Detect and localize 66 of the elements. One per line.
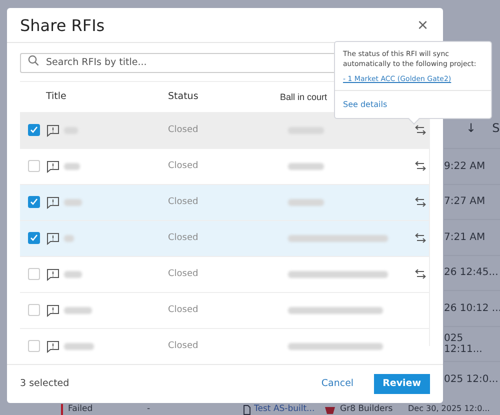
sync-arrows-icon[interactable] <box>415 269 426 280</box>
status-cell: Closed <box>168 269 198 280</box>
company-logo-icon <box>324 405 336 415</box>
status-cell: Closed <box>168 125 198 136</box>
dialog-title: Share RFIs <box>20 16 105 35</box>
status-cell: Closed <box>168 233 198 244</box>
sync-arrows-icon[interactable] <box>415 161 426 172</box>
table-row[interactable]: Closed <box>20 328 430 364</box>
sort-arrow-icon[interactable]: ↓ <box>466 121 476 135</box>
date-cell: 26 12:45... <box>444 267 498 278</box>
table-row[interactable]: Closed <box>20 256 430 292</box>
redacted-text <box>288 162 324 170</box>
table-row[interactable]: Closed <box>20 220 430 256</box>
column-header: Status <box>168 91 198 102</box>
review-button[interactable]: Review <box>374 374 430 394</box>
document-icon <box>243 405 251 415</box>
row-checkbox[interactable] <box>28 268 40 280</box>
redacted-text <box>64 234 74 242</box>
speech-bubble-icon <box>46 124 60 137</box>
status-cell: Closed <box>168 197 198 208</box>
company-cell: Gr8 Builders <box>340 404 393 414</box>
date-cell: 7:27 AM <box>444 196 486 208</box>
row-checkbox[interactable] <box>28 304 40 316</box>
redacted-text <box>64 270 82 278</box>
speech-bubble-icon <box>46 340 60 353</box>
redacted-text <box>64 342 94 350</box>
status-cell: Closed <box>168 341 198 352</box>
column-header: Title <box>46 91 66 102</box>
column-header: Ball in court <box>280 92 328 102</box>
table-row[interactable]: Closed <box>20 112 430 148</box>
date-cell: Dec 30, 2025 12:0... <box>408 404 490 413</box>
row-checkbox[interactable] <box>28 160 40 172</box>
date-cell: 26 10:12 ... <box>444 302 500 314</box>
status-cell: Closed <box>168 161 198 172</box>
document-link[interactable]: Test AS-built... <box>254 404 315 414</box>
redacted-text <box>288 198 324 206</box>
date-cell-text: 025 12:11... <box>444 332 484 355</box>
redacted-text <box>64 198 82 206</box>
row-checkbox[interactable] <box>28 124 40 136</box>
selection-count: 3 selected <box>20 378 70 390</box>
column-header: S <box>492 121 500 135</box>
close-button[interactable]: × <box>415 16 430 34</box>
row-checkbox[interactable] <box>28 340 40 352</box>
status-cell: Closed <box>168 305 198 316</box>
speech-bubble-icon <box>46 160 60 173</box>
redacted-text <box>64 162 80 170</box>
table-cell: - <box>147 404 150 414</box>
sync-arrows-icon[interactable] <box>415 197 426 208</box>
row-checkbox[interactable] <box>28 232 40 244</box>
sync-arrows-icon[interactable] <box>415 125 426 136</box>
row-checkbox[interactable] <box>28 196 40 208</box>
redacted-text <box>64 306 92 314</box>
speech-bubble-icon <box>46 268 60 281</box>
sync-arrows-icon[interactable] <box>415 233 426 244</box>
see-details-link[interactable]: See details <box>343 100 388 109</box>
date-cell: 025 12:0... <box>444 374 498 385</box>
table-row[interactable]: Closed <box>20 184 430 220</box>
status-cell: Failed <box>68 404 93 414</box>
search-icon <box>28 54 39 66</box>
speech-bubble-icon <box>46 304 60 317</box>
speech-bubble-icon <box>46 232 60 245</box>
cancel-button[interactable]: Cancel <box>315 377 360 390</box>
date-cell: 7:21 AM <box>444 232 486 243</box>
table-row[interactable]: Closed <box>20 292 430 328</box>
speech-bubble-icon <box>46 196 60 209</box>
date-cell: 9:22 AM <box>444 160 486 172</box>
